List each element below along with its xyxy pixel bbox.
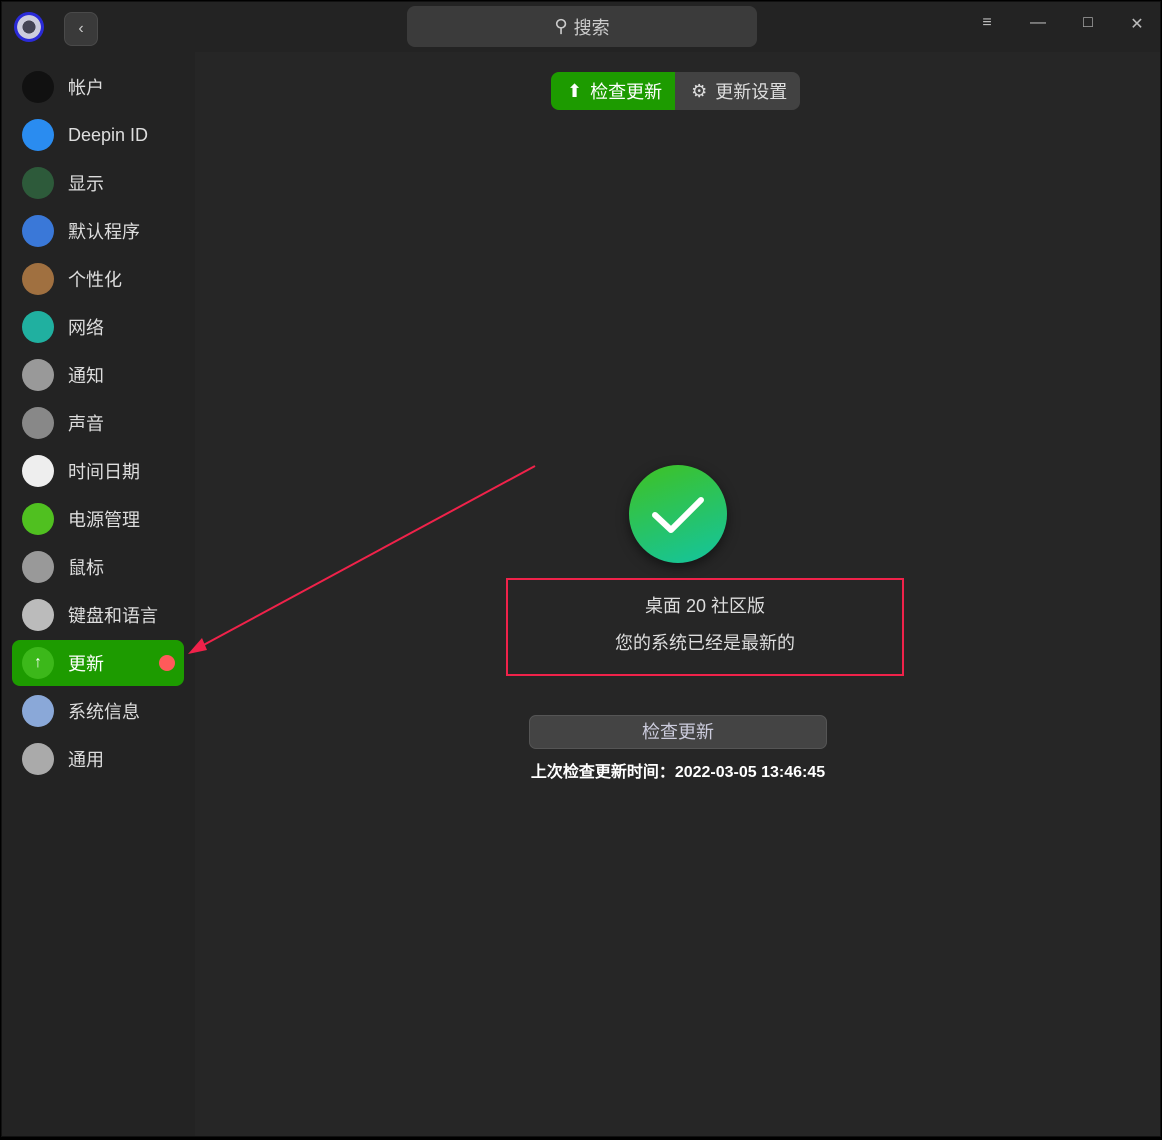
sidebar-item-gear[interactable]: 通用 [12,736,184,782]
keyboard-icon [22,599,54,631]
tab-label: 检查更新 [590,82,663,102]
sidebar-item-keyboard[interactable]: 键盘和语言 [12,592,184,638]
sidebar-item-label: 系统信息 [68,702,140,722]
minimize-button[interactable]: — [1023,14,1053,40]
tab-label: 更新设置 [715,82,788,102]
search-input[interactable]: ⚲ 搜索 [407,6,757,47]
sidebar-item-palette[interactable]: 个性化 [12,256,184,302]
sidebar-item-label: 更新 [68,654,104,674]
sidebar-item-label: 通用 [68,750,104,770]
sidebar-item-label: Deepin ID [68,124,149,145]
close-button[interactable]: ✕ [1122,14,1152,40]
sidebar-item-account[interactable]: 帐户 [12,64,184,110]
battery-icon [22,503,54,535]
sidebar-item-label: 声音 [68,414,104,434]
app-logo-icon [14,12,44,42]
sidebar-item-label: 默认程序 [68,222,140,242]
system-info-icon [22,695,54,727]
sidebar-item-label: 时间日期 [68,462,140,482]
sidebar-item-label: 个性化 [68,270,122,290]
sidebar-item-label: 通知 [68,366,104,386]
notification-dot [159,655,175,671]
status-text: 您的系统已经是最新的 [615,633,795,653]
sidebar-item-system-info[interactable]: 系统信息 [12,688,184,734]
account-icon [22,71,54,103]
sidebar-item-label: 电源管理 [68,510,140,530]
sidebar-item-bell[interactable]: 通知 [12,352,184,398]
sidebar-item-speaker[interactable]: 声音 [12,400,184,446]
tab-update-settings[interactable]: ⚙ 更新设置 [675,72,801,110]
clock-icon [22,455,54,487]
update-panel: ⬆ 检查更新 ⚙ 更新设置 桌面 20 社区版 您的系统已经是最新的 检查更新 上次… [195,52,1160,1136]
search-icon: ⚲ [554,16,568,36]
sidebar-item-default-apps[interactable]: 默认程序 [12,208,184,254]
sidebar-item-label: 网络 [68,318,104,338]
sidebar-item-network[interactable]: 网络 [12,304,184,350]
gear-icon: ⚙ [691,80,708,101]
cloud-icon [22,119,54,151]
maximize-button[interactable]: □ [1073,14,1103,40]
sidebar-item-label: 帐户 [68,78,104,98]
sidebar-item-label: 鼠标 [68,558,104,578]
bell-icon [22,359,54,391]
sidebar-item-label: 键盘和语言 [68,606,158,626]
settings-window: ‹ ⚲ 搜索 ≡ — □ ✕ 帐户 Deepin ID 显示默认程序个性化网络通知声音… [1,1,1161,1137]
display-icon [22,167,54,199]
check-success-icon [629,465,727,563]
titlebar: ‹ ⚲ 搜索 ≡ — □ ✕ [2,2,1160,52]
mouse-icon [22,551,54,583]
gear-icon [22,743,54,775]
last-check-time: 上次检查更新时间：2022-03-05 13:46:45 [530,764,826,781]
search-placeholder: 搜索 [573,17,610,38]
sidebar-item-clock[interactable]: 时间日期 [12,448,184,494]
update-icon: ↑ [22,647,54,679]
update-tabs: ⬆ 检查更新 ⚙ 更新设置 [551,72,801,110]
menu-button[interactable]: ≡ [972,14,1002,40]
palette-icon [22,263,54,295]
arrow-up-circle-icon: ⬆ [567,80,583,101]
sidebar-item-label: 显示 [68,174,104,194]
back-button[interactable]: ‹ [64,12,98,46]
default-apps-icon [22,215,54,247]
sidebar-item-update[interactable]: ↑ 更新 [12,640,184,686]
sidebar-item-mouse[interactable]: 鼠标 [12,544,184,590]
sidebar-item-display[interactable]: 显示 [12,160,184,206]
network-icon [22,311,54,343]
sidebar-item-battery[interactable]: 电源管理 [12,496,184,542]
sidebar-item-cloud[interactable]: Deepin ID [12,112,184,158]
check-update-button[interactable]: 检查更新 [529,715,827,749]
tab-check-update[interactable]: ⬆ 检查更新 [551,72,676,110]
sidebar: 帐户 Deepin ID 显示默认程序个性化网络通知声音时间日期电源管理鼠标键盘和语… [2,52,195,1136]
edition-label: 桌面 20 社区版 [644,596,766,616]
speaker-icon [22,407,54,439]
